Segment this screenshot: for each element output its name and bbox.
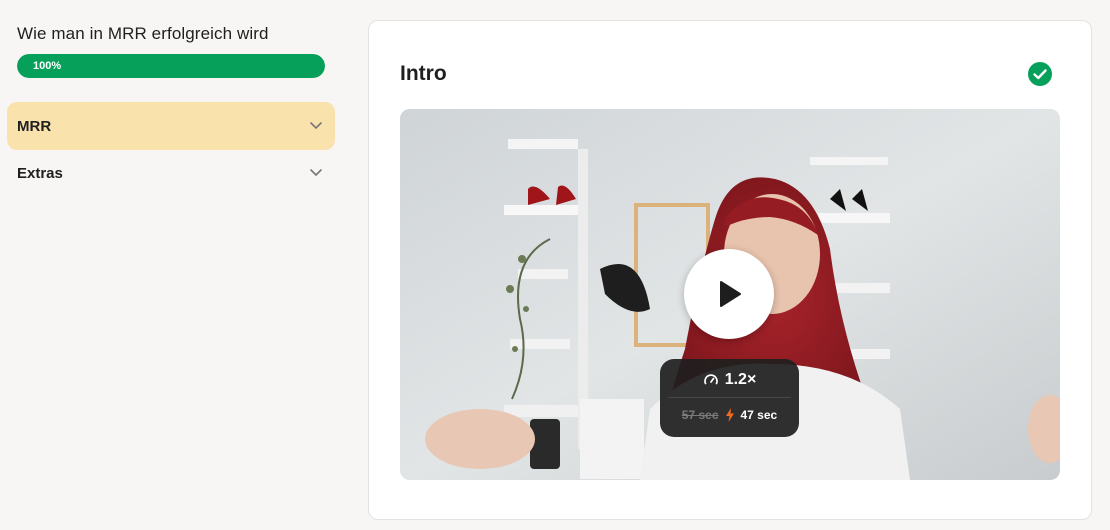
lightning-icon <box>725 408 734 422</box>
course-title: Wie man in MRR erfolgreich wird <box>17 24 269 43</box>
speed-value: 1.2× <box>724 371 757 388</box>
fast-duration: 47 sec <box>740 408 778 422</box>
sidebar-item-label: MRR <box>17 117 52 135</box>
video-player[interactable]: 1.2× 57 sec 47 sec <box>400 109 1060 480</box>
sidebar-item-label: Extras <box>17 164 63 182</box>
sidebar: Wie man in MRR erfolgreich wird 100% MRR… <box>0 0 345 530</box>
play-icon <box>720 281 741 307</box>
course-progress-bar: 100% <box>17 54 325 78</box>
chevron-down-icon <box>309 119 323 133</box>
sidebar-item-mrr[interactable]: MRR <box>7 102 335 150</box>
chevron-down-icon <box>309 166 323 180</box>
lesson-card: Intro 1.2× 57 sec 47 sec <box>368 20 1092 520</box>
progress-fill: 100% <box>17 54 325 78</box>
check-circle-icon <box>1028 62 1052 86</box>
progress-label: 100% <box>33 60 62 72</box>
speedometer-icon <box>703 374 718 385</box>
divider <box>668 397 791 398</box>
playback-speed-badge[interactable]: 1.2× 57 sec 47 sec <box>660 359 799 437</box>
lesson-title: Intro <box>400 62 447 85</box>
sidebar-item-extras[interactable]: Extras <box>7 149 335 197</box>
original-duration: 57 sec <box>681 408 719 422</box>
play-button[interactable] <box>684 249 774 339</box>
